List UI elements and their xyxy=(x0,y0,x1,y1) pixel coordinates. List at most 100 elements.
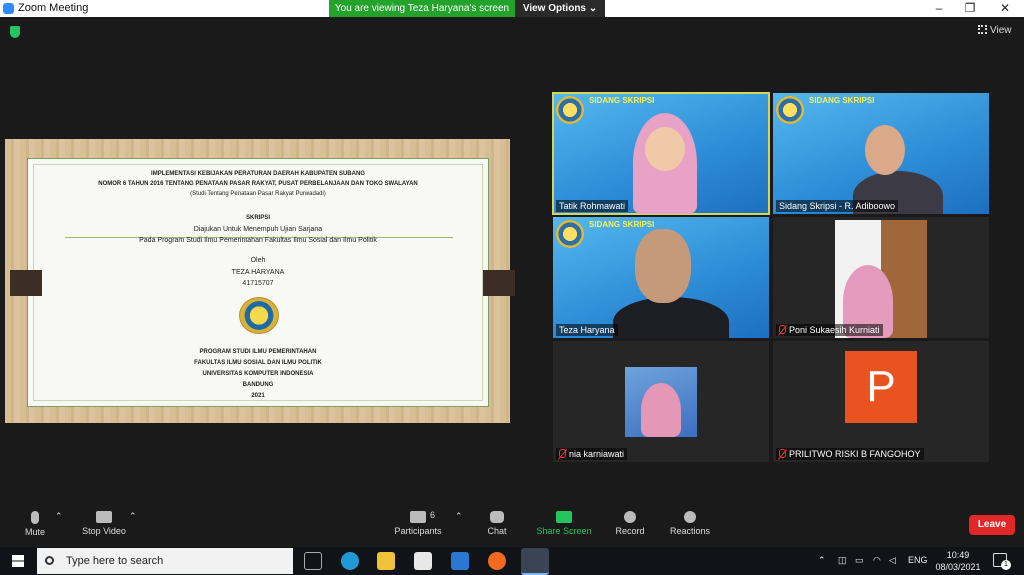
participant-name: Sidang Skripsi - R. Adiboowo xyxy=(776,200,899,212)
maximize-button[interactable]: ❐ xyxy=(955,0,985,17)
tile-header: SIDANG SKRIPSI xyxy=(809,96,875,105)
close-button[interactable]: ✕ xyxy=(990,0,1020,17)
participants-label: Participants xyxy=(394,526,442,536)
view-options-label: View Options xyxy=(522,3,586,14)
chat-bubble-icon xyxy=(490,511,504,523)
video-tile[interactable]: SIDANG SKRIPSI Sidang Skripsi - R. Adibo… xyxy=(773,93,989,214)
store-icon[interactable] xyxy=(414,552,432,570)
shield-icon[interactable] xyxy=(10,26,20,38)
task-view-icon[interactable] xyxy=(304,552,322,570)
reactions-button[interactable]: Reactions xyxy=(668,511,712,536)
leave-button[interactable]: Leave xyxy=(969,515,1015,535)
stop-video-label: Stop Video xyxy=(82,526,126,536)
participants-count: 6 xyxy=(430,510,436,520)
video-options-caret[interactable]: ⌃ xyxy=(129,511,137,522)
video-tile[interactable]: SIDANG SKRIPSI Teza Haryana xyxy=(553,217,769,338)
doc-fakultas: FAKULTAS ILMU SOSIAL DAN ILMU POLITIK xyxy=(194,360,322,366)
search-placeholder: Type here to search xyxy=(66,555,164,567)
participant-name: Tatik Rohmawati xyxy=(556,200,629,212)
chevron-up-icon[interactable]: ⌃ xyxy=(818,555,826,566)
zoom-taskbar-icon[interactable] xyxy=(521,548,549,575)
binder-clip-right xyxy=(483,270,515,296)
chat-button[interactable]: Chat xyxy=(484,511,510,536)
participant-face xyxy=(865,125,905,175)
mic-muted-icon xyxy=(779,325,786,334)
mute-options-caret[interactable]: ⌃ xyxy=(55,511,63,522)
participant-face xyxy=(645,127,685,171)
chevron-down-icon: ⌄ xyxy=(588,3,598,14)
meeting-toolbar: Mute ⌃ Stop Video ⌃ Participants 6 ⌃ Cha… xyxy=(0,505,1024,547)
clock-date: 08/03/2021 xyxy=(935,562,981,572)
firefox-icon[interactable] xyxy=(488,552,506,570)
video-tile[interactable]: nia karniawati xyxy=(553,341,769,462)
participant-name-tag: Poni Sukaesih Kurniati xyxy=(776,324,883,336)
participants-icon xyxy=(410,511,426,523)
meeting-area: View IMPLEMENTASI KEBIJAKAN PERATURAN DA… xyxy=(0,17,1024,505)
minimize-button[interactable]: – xyxy=(924,0,954,17)
doc-purpose1: Diajukan Untuk Menempuh Ujian Sarjana xyxy=(193,226,323,233)
share-screen-label: Share Screen xyxy=(536,526,592,536)
doc-skripsi: SKRIPSI xyxy=(245,215,270,221)
view-options-button[interactable]: View Options ⌄ xyxy=(515,0,605,17)
window-title: Zoom Meeting xyxy=(18,2,89,14)
video-tile[interactable]: SIDANG SKRIPSI Tatik Rohmawati xyxy=(552,92,770,215)
participant-name-tag: nia karniawati xyxy=(556,448,628,460)
battery-icon[interactable]: ▭ xyxy=(855,555,864,566)
video-tile[interactable]: Poni Sukaesih Kurniati xyxy=(773,217,989,338)
view-label: View xyxy=(990,25,1012,36)
view-button[interactable]: View xyxy=(978,25,1012,36)
video-camera-icon xyxy=(96,511,112,523)
doc-author: TEZA HARYANA xyxy=(231,269,285,276)
doc-prodi: PROGRAM STUDI ILMU PEMERINTAHAN xyxy=(199,349,317,355)
volume-icon[interactable]: ◁ xyxy=(889,555,896,566)
wifi-icon[interactable]: ◠ xyxy=(873,555,881,566)
microphone-icon xyxy=(31,511,39,524)
participant-name: Poni Sukaesih Kurniati xyxy=(789,325,880,335)
tile-header: SIDANG SKRIPSI xyxy=(589,96,655,105)
smiley-icon xyxy=(684,511,696,523)
mute-button[interactable]: Mute xyxy=(20,511,50,537)
binder-clip-left xyxy=(10,270,42,296)
participant-face xyxy=(635,229,691,303)
mic-muted-icon xyxy=(559,449,566,458)
university-logo xyxy=(556,220,584,248)
notification-badge: 1 xyxy=(1001,560,1011,570)
record-icon xyxy=(624,511,636,523)
record-button[interactable]: Record xyxy=(612,511,648,536)
shared-screen: IMPLEMENTASI KEBIJAKAN PERATURAN DAERAH … xyxy=(5,139,515,423)
document-page: IMPLEMENTASI KEBIJAKAN PERATURAN DAERAH … xyxy=(27,158,489,407)
share-screen-button[interactable]: Share Screen xyxy=(536,511,592,536)
participant-name: nia karniawati xyxy=(569,449,625,459)
doc-kota: BANDUNG xyxy=(242,382,274,388)
university-logo xyxy=(239,297,279,334)
clock[interactable]: 10:49 08/03/2021 xyxy=(930,549,986,573)
share-screen-icon xyxy=(556,511,572,523)
meet-now-icon[interactable]: ◫ xyxy=(838,555,847,566)
university-logo xyxy=(776,96,804,124)
doc-title-line1: IMPLEMENTASI KEBIJAKAN PERATURAN DAERAH … xyxy=(151,171,365,177)
mic-muted-icon xyxy=(779,449,786,458)
doc-oleh: Oleh xyxy=(250,257,266,264)
doc-purpose2: Pada Program Studi Ilmu Pemerintahan Fak… xyxy=(139,237,377,244)
language-indicator[interactable]: ENG xyxy=(908,555,928,565)
participant-figure xyxy=(641,383,681,437)
taskbar-search[interactable]: Type here to search xyxy=(37,548,293,574)
window-titlebar: Zoom Meeting You are viewing Teza Haryan… xyxy=(0,0,1024,17)
participant-name-tag: PRILITWO RISKI B FANGOHOY xyxy=(776,448,924,460)
doc-tahun: 2021 xyxy=(251,393,265,399)
mute-label: Mute xyxy=(24,527,45,537)
zoom-app-icon xyxy=(3,3,14,14)
participants-options-caret[interactable]: ⌃ xyxy=(455,511,463,522)
reactions-label: Reactions xyxy=(669,526,711,536)
mail-icon[interactable] xyxy=(451,552,469,570)
edge-icon[interactable] xyxy=(341,552,359,570)
tile-header: SIDANG SKRIPSI xyxy=(589,220,655,229)
university-logo xyxy=(556,96,584,124)
doc-subtitle: (Studi Tentang Penataan Pasar Rakyat Pur… xyxy=(190,191,326,197)
file-explorer-icon[interactable] xyxy=(377,552,395,570)
participant-avatar: P xyxy=(845,351,917,423)
windows-start-icon[interactable] xyxy=(12,555,24,567)
stop-video-button[interactable]: Stop Video xyxy=(80,511,128,536)
viewing-screen-banner: You are viewing Teza Haryana's screen xyxy=(329,0,515,17)
doc-universitas: UNIVERSITAS KOMPUTER INDONESIA xyxy=(202,371,314,377)
